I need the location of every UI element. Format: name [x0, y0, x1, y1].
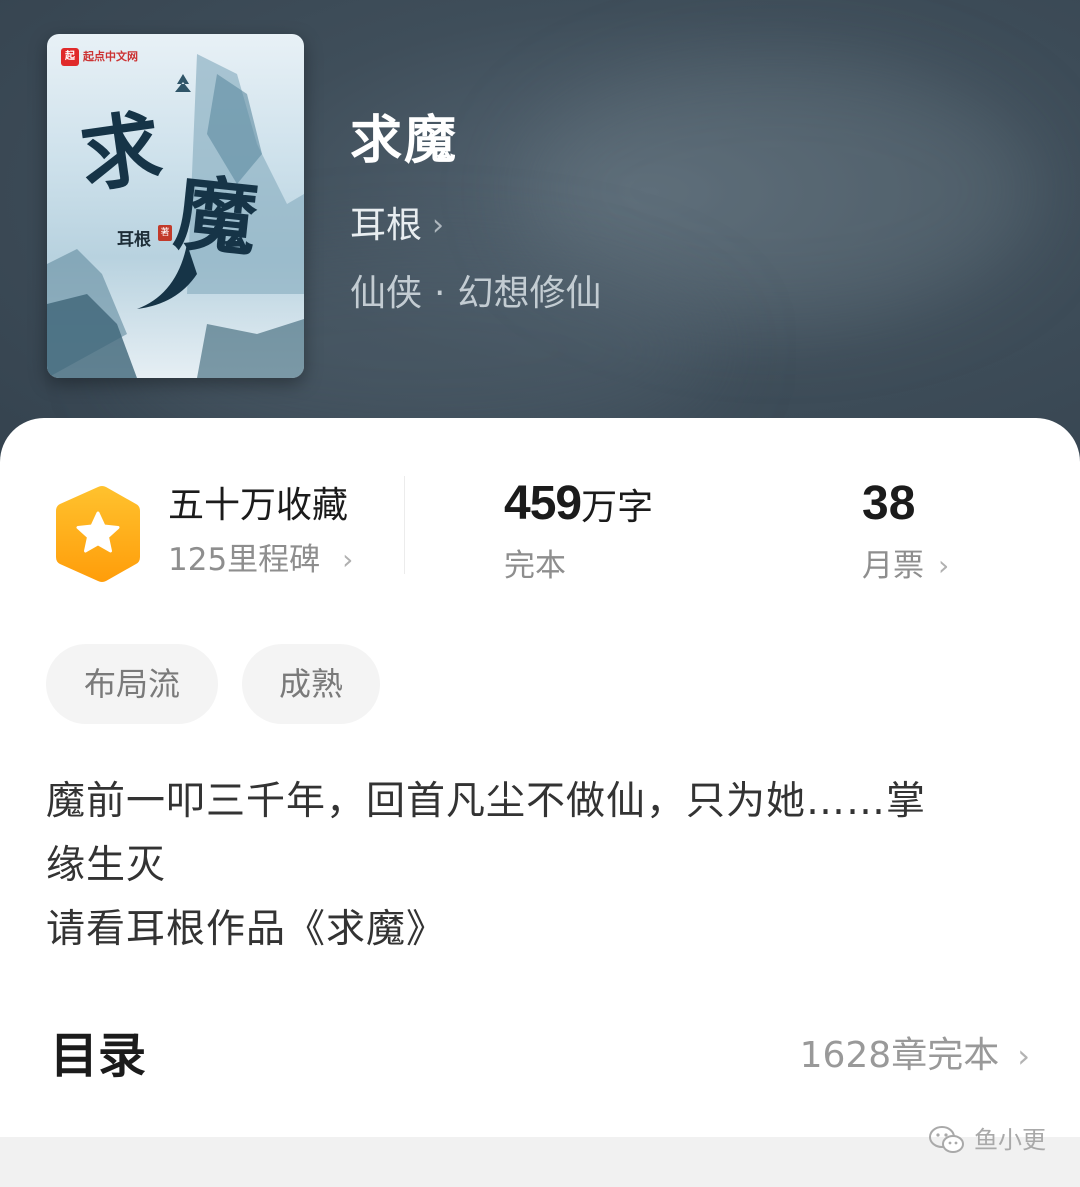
publisher-logo-icon: 起 — [61, 48, 79, 66]
toc-link[interactable]: 1628章完本 › — [800, 1032, 1030, 1080]
star-badge-icon — [56, 486, 140, 582]
watermark: 鱼小更 — [928, 1122, 1046, 1158]
genre: 仙侠 — [350, 273, 423, 314]
monthly-votes-link[interactable]: 月票 › — [862, 546, 949, 586]
completion-status: 完本 — [504, 548, 566, 584]
tag-chip[interactable]: 布局流 — [46, 644, 218, 724]
collections-count: 五十万收藏 — [168, 485, 349, 526]
subgenre: 幻想修仙 — [457, 273, 602, 314]
tag-chip[interactable]: 成熟 — [242, 644, 380, 724]
stat-divider — [404, 476, 405, 574]
word-count: 459万字 — [504, 476, 653, 542]
milestones-count: 125里程碑 — [168, 542, 321, 578]
bottom-separator — [0, 1137, 1080, 1187]
chevron-right-icon: › — [432, 208, 445, 243]
author-name: 耳根 — [350, 205, 423, 246]
toc-summary: 1628章完本 — [799, 1035, 1000, 1076]
cover-title-char: 求 — [74, 100, 164, 204]
genre-separator: · — [434, 273, 446, 314]
description-line: 请看耳根作品《求魔》 — [46, 907, 447, 952]
wechat-icon — [929, 1126, 964, 1153]
publisher-name: 起点中文网 — [83, 50, 138, 63]
cover-title-char: 魔 — [170, 164, 262, 270]
monthly-votes-label: 月票 — [862, 548, 924, 584]
book-cover[interactable]: 起 起点中文网 求 魔 耳根 著 — [47, 34, 304, 378]
watermark-text: 鱼小更 — [974, 1126, 1046, 1154]
description-line: 缘生灭 — [46, 843, 167, 888]
genre-line: 仙侠 · 幻想修仙 — [350, 272, 601, 316]
hero-header: 起 起点中文网 求 魔 耳根 著 求魔 耳根 › 仙侠 · 幻想修仙 — [0, 0, 1080, 480]
description-line: 魔前一叩三千年，回首凡尘不做仙，只为她……掌 — [46, 779, 927, 824]
chevron-right-icon: › — [342, 543, 354, 576]
book-description[interactable]: 魔前一叩三千年，回首凡尘不做仙，只为她……掌 缘生灭 请看耳根作品《求魔》 — [46, 770, 1046, 962]
author-link[interactable]: 耳根 › — [350, 204, 444, 248]
book-title: 求魔 — [350, 110, 459, 171]
toc-title: 目录 — [50, 1028, 147, 1084]
chevron-right-icon: › — [938, 549, 950, 582]
cover-seal: 著 — [158, 225, 172, 241]
word-count-number: 459 — [504, 477, 582, 530]
monthly-votes-count: 38 — [862, 477, 916, 530]
word-count-unit: 万字 — [581, 487, 654, 528]
milestones-link[interactable]: 125里程碑 › — [168, 540, 353, 580]
chevron-right-icon: › — [1017, 1037, 1030, 1075]
cover-author: 耳根 — [117, 230, 151, 250]
